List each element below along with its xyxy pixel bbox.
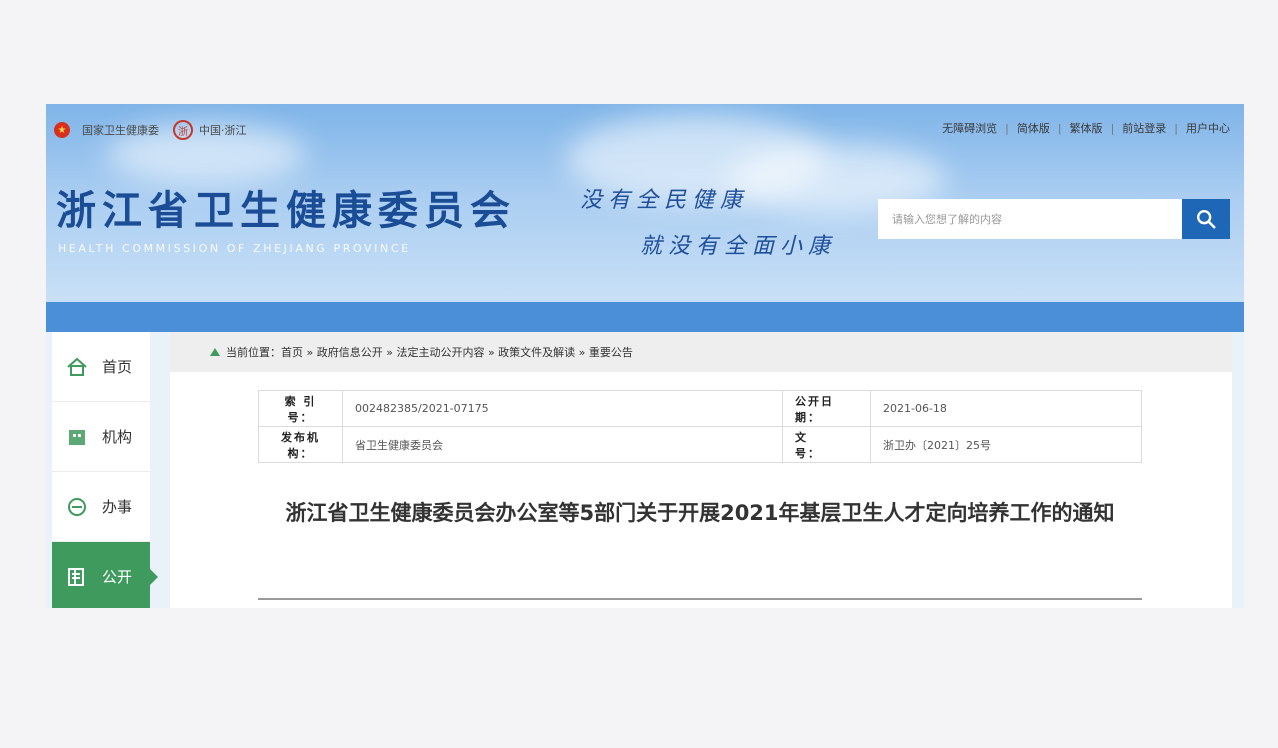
login-link[interactable]: 前站登录 bbox=[1122, 120, 1166, 136]
sidebar-item-label: 机构 bbox=[102, 428, 133, 446]
simplified-link[interactable]: 简体版 bbox=[1017, 120, 1050, 136]
building-icon bbox=[66, 427, 88, 447]
table-row: 索 引 号： 002482385/2021-07175 公开日期： 2021-0… bbox=[258, 390, 1142, 427]
zhejiang-logo-icon: 浙 bbox=[173, 120, 193, 140]
slogan-line-2: 就没有全面小康 bbox=[640, 234, 837, 259]
breadcrumb-prefix: 当前位置： bbox=[226, 346, 281, 359]
sidebar-item-label: 公开 bbox=[102, 568, 133, 586]
accessibility-link[interactable]: 无障碍浏览 bbox=[942, 120, 997, 136]
home-icon bbox=[66, 357, 88, 377]
sidebar-item-label: 办事 bbox=[102, 498, 133, 516]
publish-date-label: 公开日期： bbox=[782, 390, 871, 427]
index-label: 索 引 号： bbox=[258, 390, 343, 427]
sidebar-item-org[interactable]: 机构 bbox=[52, 402, 150, 472]
header-strip bbox=[46, 302, 1244, 332]
search-input[interactable] bbox=[878, 199, 1182, 239]
breadcrumb: 当前位置： 首页 » 政府信息公开 » 法定主动公开内容 » 政策文件及解读 »… bbox=[170, 332, 1232, 372]
sidebar-nav: 首页 机构 办事 公开 bbox=[52, 332, 158, 608]
nhc-link[interactable]: 国家卫生健康委 bbox=[82, 122, 159, 138]
national-emblem-icon: ★ bbox=[54, 122, 70, 138]
title-divider bbox=[258, 598, 1142, 600]
document-title: 浙江省卫生健康委员会办公室等5部门关于开展2021年基层卫生人才定向培养工作的通… bbox=[285, 501, 1115, 525]
china-zhejiang-link[interactable]: 中国·浙江 bbox=[199, 122, 247, 138]
main-content: 当前位置： 首页 » 政府信息公开 » 法定主动公开内容 » 政策文件及解读 »… bbox=[170, 332, 1232, 608]
publish-date-value: 2021-06-18 bbox=[870, 390, 1142, 427]
site-header: ★ 国家卫生健康委 浙 中国·浙江 无障碍浏览 | 简体版 | 繁体版 | 前站… bbox=[46, 104, 1244, 302]
sidebar-item-public[interactable]: 公开 bbox=[52, 542, 158, 608]
document-icon bbox=[66, 567, 88, 587]
browser-page: ★ 国家卫生健康委 浙 中国·浙江 无障碍浏览 | 简体版 | 繁体版 | 前站… bbox=[46, 104, 1244, 608]
top-links-left: ★ 国家卫生健康委 浙 中国·浙江 bbox=[54, 120, 247, 140]
issuer-value: 省卫生健康委员会 bbox=[342, 426, 783, 463]
breadcrumb-path[interactable]: 首页 » 政府信息公开 » 法定主动公开内容 » 政策文件及解读 » 重要公告 bbox=[281, 344, 633, 360]
service-icon bbox=[66, 497, 88, 517]
location-icon bbox=[210, 348, 220, 356]
document-meta-table: 索 引 号： 002482385/2021-07175 公开日期： 2021-0… bbox=[258, 390, 1142, 463]
slogan-line-1: 没有全民健康 bbox=[580, 188, 749, 213]
doc-number-value: 浙卫办〔2021〕25号 bbox=[870, 426, 1142, 463]
search-icon bbox=[1197, 210, 1216, 229]
top-links-right: 无障碍浏览 | 简体版 | 繁体版 | 前站登录 | 用户中心 bbox=[942, 120, 1230, 136]
doc-number-label: 文 号： bbox=[782, 426, 871, 463]
site-subtitle: HEALTH COMMISSION OF ZHEJIANG PROVINCE bbox=[58, 242, 411, 255]
search-button[interactable] bbox=[1182, 199, 1230, 239]
sidebar-item-home[interactable]: 首页 bbox=[52, 332, 150, 402]
issuer-label: 发布机构： bbox=[258, 426, 343, 463]
user-center-link[interactable]: 用户中心 bbox=[1186, 120, 1230, 136]
sidebar-item-label: 首页 bbox=[102, 358, 133, 376]
site-title: 浙江省卫生健康委员会 bbox=[56, 187, 516, 234]
traditional-link[interactable]: 繁体版 bbox=[1070, 120, 1103, 136]
sidebar-item-service[interactable]: 办事 bbox=[52, 472, 150, 542]
table-row: 发布机构： 省卫生健康委员会 文 号： 浙卫办〔2021〕25号 bbox=[258, 426, 1142, 463]
index-value: 002482385/2021-07175 bbox=[342, 390, 783, 427]
